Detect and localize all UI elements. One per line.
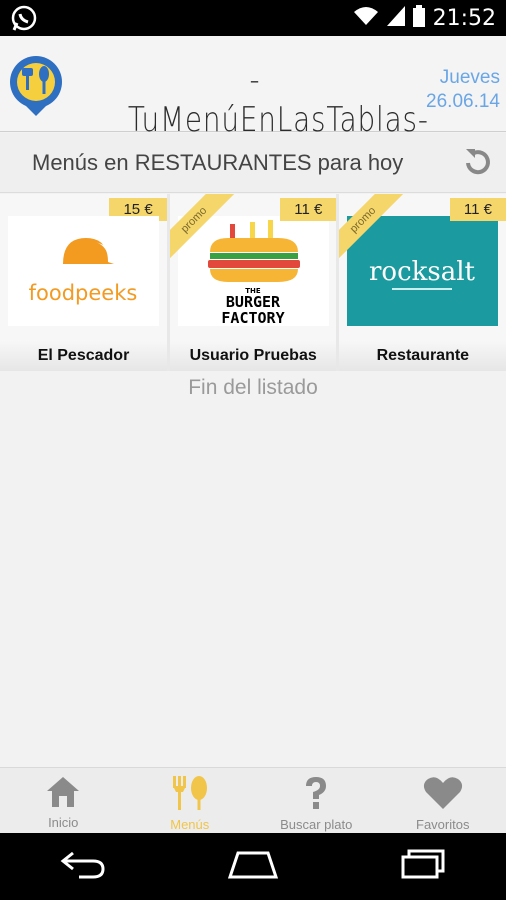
logo-text: rocksalt	[369, 257, 476, 287]
tab-menus[interactable]: Menús	[127, 768, 254, 833]
list-subheader: Menús en RESTAURANTES para hoy	[0, 133, 506, 193]
header-date-value: 26.06.14	[426, 91, 500, 112]
tab-label: Menús	[170, 817, 210, 832]
logo-text-2: FACTORY	[221, 309, 284, 326]
tab-favoritos[interactable]: Favoritos	[380, 768, 506, 833]
back-icon[interactable]	[59, 849, 107, 884]
list-title: Menús en RESTAURANTES para hoy	[32, 150, 404, 175]
price-badge: 11 €	[449, 198, 506, 221]
header-date: Jueves 26.06.14	[426, 66, 500, 114]
system-nav-bar	[0, 833, 506, 900]
app-logo-icon[interactable]	[6, 54, 66, 123]
restaurant-card[interactable]: rocksalt promo 11 € Restaurante	[339, 194, 506, 371]
refresh-icon[interactable]	[460, 145, 496, 186]
restaurant-logo: rocksalt	[347, 216, 499, 326]
restaurant-grid: 15 € foodpeeks El Pescador THE BURGER FA…	[0, 194, 506, 371]
restaurant-logo: foodpeeks	[8, 216, 159, 326]
cutlery-icon	[170, 776, 210, 814]
battery-icon	[412, 4, 425, 32]
home-icon	[46, 777, 80, 812]
tab-buscar-plato[interactable]: Buscar plato	[253, 768, 380, 833]
heart-icon	[423, 777, 463, 814]
restaurant-name: El Pescador	[0, 341, 167, 371]
restaurant-name: Usuario Pruebas	[169, 341, 337, 371]
restaurant-card[interactable]: THE BURGER FACTORY promo 11 € Usuario Pr…	[169, 194, 337, 371]
restaurant-card[interactable]: 15 € foodpeeks El Pescador	[0, 194, 167, 371]
brand-title: -TuMenúEnLasTablas-	[127, 60, 429, 140]
recents-icon[interactable]	[399, 849, 447, 884]
restaurant-logo: THE BURGER FACTORY	[177, 216, 329, 327]
home-button-icon[interactable]	[226, 849, 280, 884]
header-day: Jueves	[439, 67, 500, 88]
logo-text: foodpeeks	[29, 281, 138, 305]
tab-label: Buscar plato	[280, 817, 353, 832]
tab-label: Inicio	[48, 815, 79, 830]
question-icon	[302, 777, 330, 814]
app-header: -TuMenúEnLasTablas- Jueves 26.06.14	[0, 36, 506, 140]
end-of-list-message: Fin del listado	[188, 376, 318, 399]
tab-label: Favoritos	[416, 817, 470, 832]
signal-icon	[386, 5, 405, 31]
bottom-nav: Inicio Menús Buscar plato Favoritos	[0, 767, 506, 833]
wifi-icon	[353, 6, 379, 31]
status-bar: 21:52	[0, 0, 506, 36]
price-badge: 11 €	[280, 198, 337, 221]
clock: 21:52	[432, 5, 496, 31]
tab-inicio[interactable]: Inicio	[0, 768, 127, 833]
restaurant-name: Restaurante	[339, 341, 506, 371]
whatsapp-icon	[10, 4, 38, 37]
